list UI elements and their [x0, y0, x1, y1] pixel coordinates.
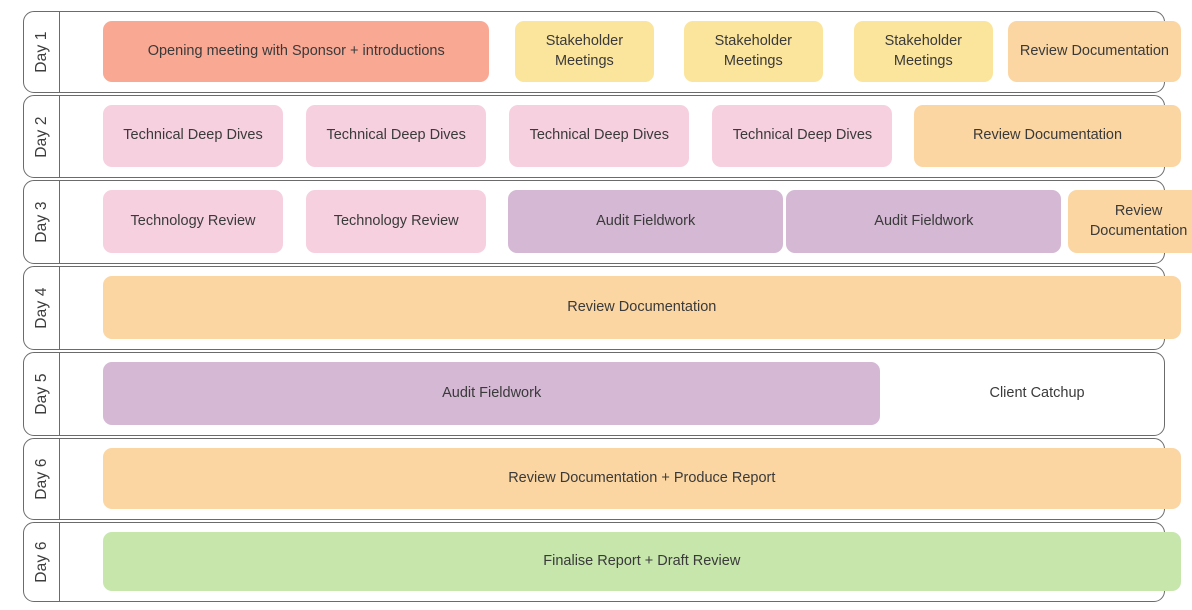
- day-label: Day 6: [32, 541, 50, 583]
- day-label-cell: Day 5: [24, 353, 60, 435]
- activity-label: Review Documentation + Produce Report: [508, 469, 776, 486]
- day-label-cell: Day 6: [24, 523, 60, 601]
- activity-block[interactable]: Stakeholder Meetings: [853, 21, 993, 82]
- activity-label: Review Documentation: [1019, 42, 1169, 59]
- day-track: Review Documentation + Produce Report: [60, 439, 1181, 519]
- activity-label: Stakeholder Meetings: [714, 33, 792, 69]
- activity-block[interactable]: Review Documentation + Produce Report: [103, 448, 1181, 509]
- schedule-diagram: Day 1 Opening meeting with Sponsor + intr…: [0, 0, 1192, 610]
- day-row: Day 4 Review Documentation: [23, 266, 1181, 350]
- activity-label: Technology Review: [333, 212, 459, 229]
- activity-label: Technical Deep Dives: [732, 127, 873, 144]
- day-label: Day 4: [32, 287, 50, 329]
- activity-label: Audit Fieldwork: [874, 212, 974, 229]
- activity-block[interactable]: Review Documentation: [103, 276, 1181, 339]
- activity-label: Finalise Report + Draft Review: [543, 552, 741, 569]
- activity-block[interactable]: Stakeholder Meetings: [514, 21, 654, 82]
- activity-label: Review Documentation: [972, 127, 1123, 144]
- day-track: Technical Deep Dives Technical Deep Dives…: [60, 96, 1181, 177]
- activity-block[interactable]: Technology Review: [103, 190, 283, 253]
- activity-label: Technical Deep Dives: [326, 127, 466, 144]
- activity-label: Technology Review: [130, 212, 256, 229]
- day-track: Audit Fieldwork Client Catchup: [60, 353, 1164, 435]
- activity-label: Technical Deep Dives: [529, 127, 669, 144]
- activity-block[interactable]: Audit Fieldwork: [508, 190, 784, 253]
- day-label-cell: Day 2: [24, 96, 60, 177]
- activity-block[interactable]: Review Documentation: [1067, 190, 1192, 253]
- day-label-cell: Day 3: [24, 181, 60, 263]
- day-label-cell: Day 1: [24, 12, 60, 92]
- day-track: Technology Review Technology Review Audit …: [60, 181, 1192, 263]
- activity-block[interactable]: Client Catchup: [894, 362, 1181, 425]
- day-row: Day 5 Audit Fieldwork Client Catchup: [23, 352, 1165, 436]
- activity-label: Review Documentation: [1089, 203, 1188, 239]
- activity-block[interactable]: Finalise Report + Draft Review: [103, 532, 1181, 591]
- activity-block[interactable]: Technical Deep Dives: [712, 105, 893, 167]
- activity-block[interactable]: Review Documentation: [914, 105, 1181, 167]
- activity-block[interactable]: Technical Deep Dives: [509, 105, 690, 167]
- day-label: Day 3: [32, 201, 50, 243]
- activity-label: Technical Deep Dives: [123, 127, 263, 144]
- day-row: Day 1 Opening meeting with Sponsor + intr…: [23, 11, 1181, 93]
- activity-block[interactable]: Audit Fieldwork: [103, 362, 881, 425]
- activity-block[interactable]: Technology Review: [306, 190, 487, 253]
- activity-label: Opening meeting with Sponsor + introduct…: [147, 42, 445, 59]
- day-track: Review Documentation: [60, 267, 1181, 349]
- day-row: Day 6 Finalise Report + Draft Review: [23, 522, 1181, 602]
- activity-block[interactable]: Opening meeting with Sponsor + introduct…: [103, 21, 490, 82]
- activity-block[interactable]: Review Documentation: [1008, 21, 1181, 82]
- day-row: Day 2 Technical Deep Dives Technical Deep …: [23, 95, 1181, 178]
- day-label: Day 2: [32, 115, 50, 158]
- day-row: Day 6 Review Documentation + Produce Repo…: [23, 438, 1181, 520]
- activity-label: Client Catchup: [989, 384, 1085, 401]
- activity-label: Audit Fieldwork: [596, 212, 696, 229]
- day-track: Opening meeting with Sponsor + introduct…: [60, 12, 1181, 92]
- activity-block[interactable]: Technical Deep Dives: [103, 105, 283, 167]
- day-label-cell: Day 6: [24, 439, 60, 519]
- activity-label: Audit Fieldwork: [442, 384, 542, 401]
- day-track: Finalise Report + Draft Review: [60, 523, 1181, 601]
- day-label: Day 6: [32, 458, 50, 500]
- day-label-cell: Day 4: [24, 267, 60, 349]
- day-label: Day 5: [32, 373, 50, 415]
- day-row: Day 3 Technology Review Technology Review A…: [23, 180, 1192, 264]
- activity-label: Stakeholder Meetings: [545, 33, 624, 69]
- day-label: Day 1: [32, 31, 50, 73]
- activity-label: Stakeholder Meetings: [884, 33, 962, 69]
- activity-label: Review Documentation: [567, 298, 717, 315]
- activity-block[interactable]: Stakeholder Meetings: [683, 21, 823, 82]
- activity-block[interactable]: Audit Fieldwork: [786, 190, 1062, 253]
- activity-block[interactable]: Technical Deep Dives: [306, 105, 487, 167]
